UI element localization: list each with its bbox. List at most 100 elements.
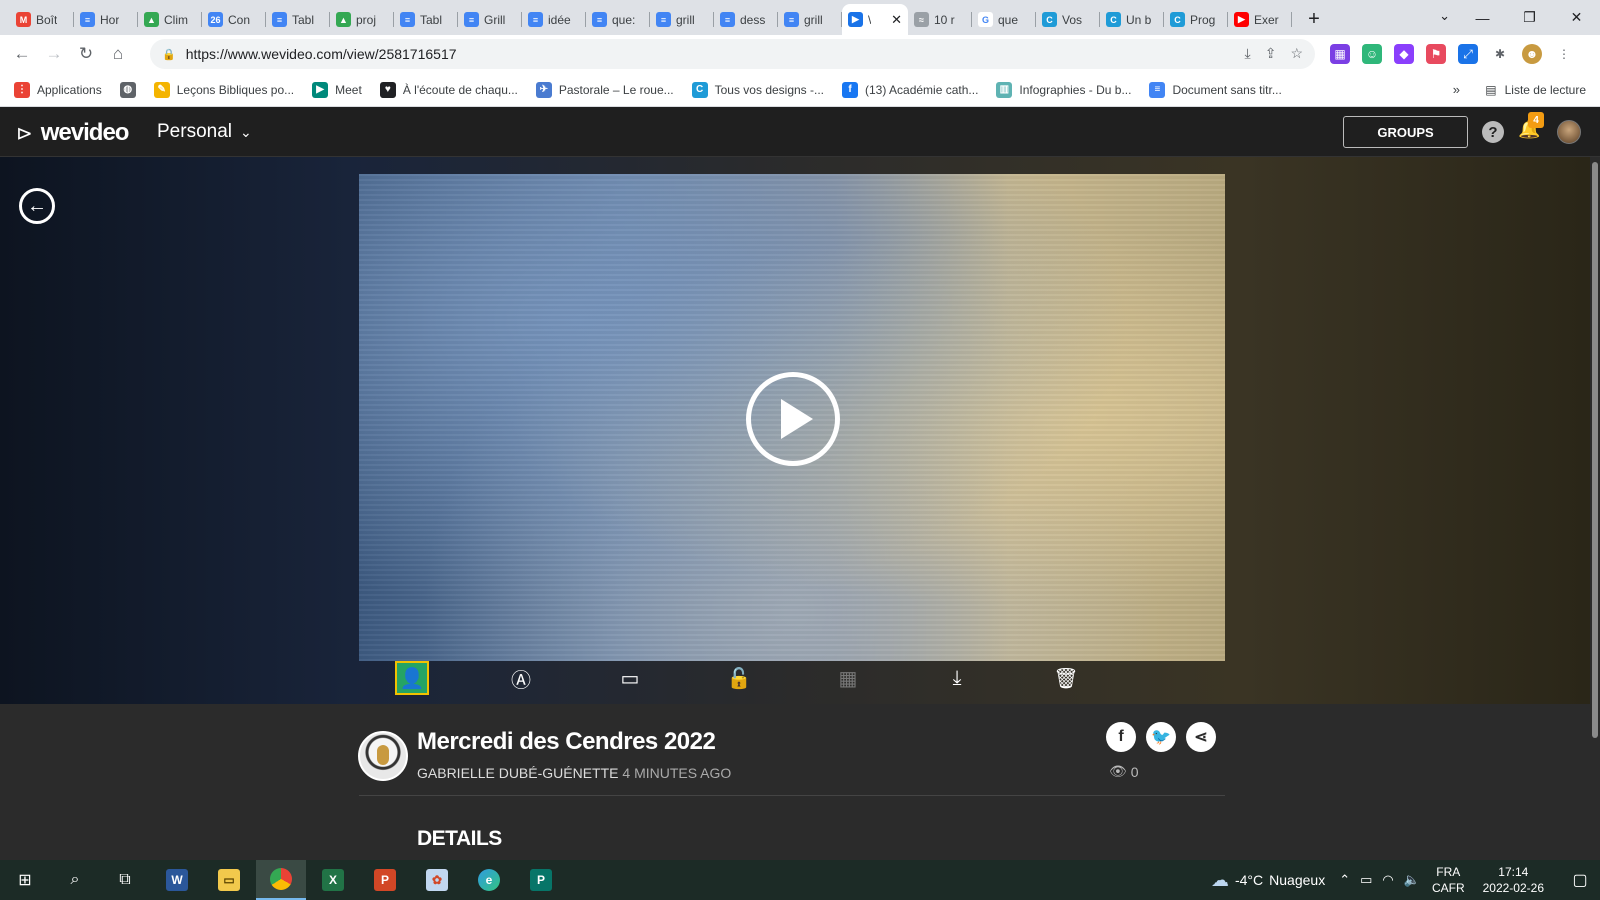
install-icon[interactable]: ⤓ <box>1245 45 1251 62</box>
privacy-toggle-button[interactable]: 🔓 <box>722 661 756 695</box>
speaker-icon[interactable]: 🔈 <box>1404 872 1420 888</box>
embed-button[interactable]: ▭ <box>613 661 647 695</box>
browser-tab[interactable]: M Boît <box>10 4 74 35</box>
browser-tab[interactable]: C Vos <box>1036 4 1100 35</box>
menu-dots-icon[interactable]: ⋮ <box>1554 44 1574 64</box>
author-name[interactable]: GABRIELLE DUBÉ-GUÉNETTE <box>417 765 619 781</box>
powerpoint-app-icon[interactable]: P <box>360 860 410 900</box>
restore-button[interactable]: ❐ <box>1506 9 1553 26</box>
wifi-icon[interactable]: ◠ <box>1382 872 1393 888</box>
bookmark-item[interactable]: f (13) Académie cath... <box>842 81 978 98</box>
browser-tab[interactable]: ≡ Tabl <box>266 4 330 35</box>
windows-start-button[interactable]: ⊞ <box>0 860 50 900</box>
minimize-button[interactable]: — <box>1459 10 1506 26</box>
download-button[interactable]: ⤓ <box>940 661 974 695</box>
battery-icon[interactable]: ▭ <box>1360 872 1372 888</box>
close-window-button[interactable]: ✕ <box>1553 9 1600 26</box>
chrome-app-icon[interactable] <box>256 860 306 900</box>
lock-icon[interactable]: 🔒 <box>162 48 176 61</box>
weather-widget[interactable]: ☁ -4°C Nuageux <box>1211 870 1325 891</box>
facebook-share-icon[interactable]: f <box>1106 722 1136 752</box>
bookmark-item[interactable]: ≡ Document sans titr... <box>1149 81 1282 98</box>
browser-tab[interactable]: ▲ proj <box>330 4 394 35</box>
tab-close-icon[interactable]: ✕ <box>891 12 902 28</box>
twitter-share-icon[interactable]: 🐦 <box>1146 722 1176 752</box>
browser-tab[interactable]: ≡ idée <box>522 4 586 35</box>
share-icon[interactable]: ⋖ <box>1186 722 1216 752</box>
task-view-icon[interactable]: ⧉ <box>100 860 150 900</box>
bookmark-item[interactable]: ♥ À l'écoute de chaqu... <box>379 81 518 98</box>
browser-tab[interactable]: 26 Con <box>202 4 266 35</box>
browser-tab[interactable]: ▶ \ ✕ <box>842 4 908 35</box>
browser-tab[interactable]: ≡ grill <box>650 4 714 35</box>
bookmark-item[interactable]: ✈ Pastorale – Le roue... <box>535 81 674 98</box>
back-arrow-icon[interactable]: ← <box>6 44 38 64</box>
edit-title-button[interactable]: Ⓐ <box>504 661 538 695</box>
browser-tab[interactable]: ≈10 r <box>908 4 972 35</box>
word-app-icon[interactable]: W <box>152 860 202 900</box>
browser-tab[interactable]: ≡ dess <box>714 4 778 35</box>
back-circle-arrow-icon[interactable]: ← <box>19 188 55 224</box>
browser-tab[interactable]: Gque <box>972 4 1036 35</box>
extension-icon[interactable]: ⚑ <box>1426 44 1446 64</box>
publisher-app-icon[interactable]: P <box>516 860 566 900</box>
groups-button[interactable]: GROUPS <box>1343 116 1468 148</box>
bookmark-label: Meet <box>335 82 362 97</box>
new-tab-button[interactable]: + <box>1300 4 1328 35</box>
address-bar[interactable]: 🔒 https://www.wevideo.com/view/258171651… <box>150 39 1315 69</box>
scrollbar-thumb[interactable] <box>1592 162 1598 738</box>
browser-tab[interactable]: ▶ Exer <box>1228 4 1292 35</box>
home-icon[interactable]: ⌂ <box>102 44 134 64</box>
notification-center-icon[interactable]: ▢ <box>1560 870 1600 890</box>
extension-icon[interactable]: ☺ <box>1362 44 1382 64</box>
browser-tab[interactable]: ≡ Tabl <box>394 4 458 35</box>
puzzle-icon[interactable]: ✱ <box>1490 44 1510 64</box>
bookmark-item[interactable]: ◍ <box>119 81 136 98</box>
delete-button[interactable]: 🗑 <box>1049 661 1083 695</box>
browser-tab[interactable]: ≡ Grill <box>458 4 522 35</box>
browser-tab[interactable]: ▲ Clim <box>138 4 202 35</box>
share-icon[interactable]: ⇪ <box>1265 45 1277 62</box>
browser-tab[interactable]: C Prog <box>1164 4 1228 35</box>
user-avatar[interactable] <box>1557 120 1581 144</box>
browser-tab[interactable]: ≡ que: <box>586 4 650 35</box>
edge-app-icon[interactable]: e <box>464 860 514 900</box>
reload-icon[interactable]: ↻ <box>70 44 102 64</box>
help-icon[interactable]: ? <box>1482 121 1504 143</box>
clock[interactable]: 17:14 2022-02-26 <box>1483 864 1544 896</box>
chevron-up-icon[interactable]: ⌃ <box>1339 872 1350 888</box>
excel-app-icon[interactable]: X <box>308 860 358 900</box>
reading-list-button[interactable]: ▤ Liste de lecture <box>1485 83 1586 97</box>
bookmark-item[interactable]: ▶ Meet <box>312 81 362 98</box>
browser-tab[interactable]: ≡ grill <box>778 4 842 35</box>
globe-icon: ◍ <box>119 81 136 98</box>
url-text[interactable]: https://www.wevideo.com/view/2581716517 <box>186 46 457 62</box>
tab-title: grill <box>804 12 823 27</box>
bookmark-item[interactable]: ⋮ Applications <box>14 81 102 98</box>
language-indicator[interactable]: FRA CAFR <box>1432 864 1465 896</box>
search-icon[interactable]: ⌕ <box>50 860 100 900</box>
bookmarks-more-button[interactable]: » <box>1453 82 1460 97</box>
bookmark-item[interactable]: ✎ Leçons Bibliques po... <box>153 81 294 98</box>
tab-search-icon[interactable]: ⌄ <box>1439 8 1450 24</box>
forward-arrow-icon[interactable]: → <box>38 44 70 64</box>
storyboard-button[interactable]: ▦ <box>831 661 865 695</box>
browser-tab[interactable]: C Un b <box>1100 4 1164 35</box>
browser-tab[interactable]: ≡ Hor <box>74 4 138 35</box>
apps-grid-icon: ⋮ <box>14 81 30 98</box>
extension-icon[interactable]: ⤢ <box>1458 44 1478 64</box>
file-explorer-icon[interactable]: ▭ <box>204 860 254 900</box>
author-avatar[interactable] <box>358 731 408 781</box>
extension-icon[interactable]: ◆ <box>1394 44 1414 64</box>
meet-icon: ▶ <box>312 81 329 98</box>
extension-icon[interactable]: ▦ <box>1330 44 1350 64</box>
play-button[interactable] <box>746 372 840 466</box>
paint-app-icon[interactable]: ✿ <box>412 860 462 900</box>
profile-avatar-icon[interactable]: ☻ <box>1522 44 1542 64</box>
google-classroom-share-button[interactable]: 👤 <box>395 661 429 695</box>
bookmark-item[interactable]: C Tous vos designs -... <box>691 81 824 98</box>
workspace-selector[interactable]: Personal ⌄ <box>157 121 252 143</box>
wevideo-logo[interactable]: ⊳ wevideo <box>16 119 129 147</box>
bookmark-star-icon[interactable]: ☆ <box>1290 45 1303 62</box>
bookmark-item[interactable]: ▥ Infographies - Du b... <box>996 81 1131 98</box>
